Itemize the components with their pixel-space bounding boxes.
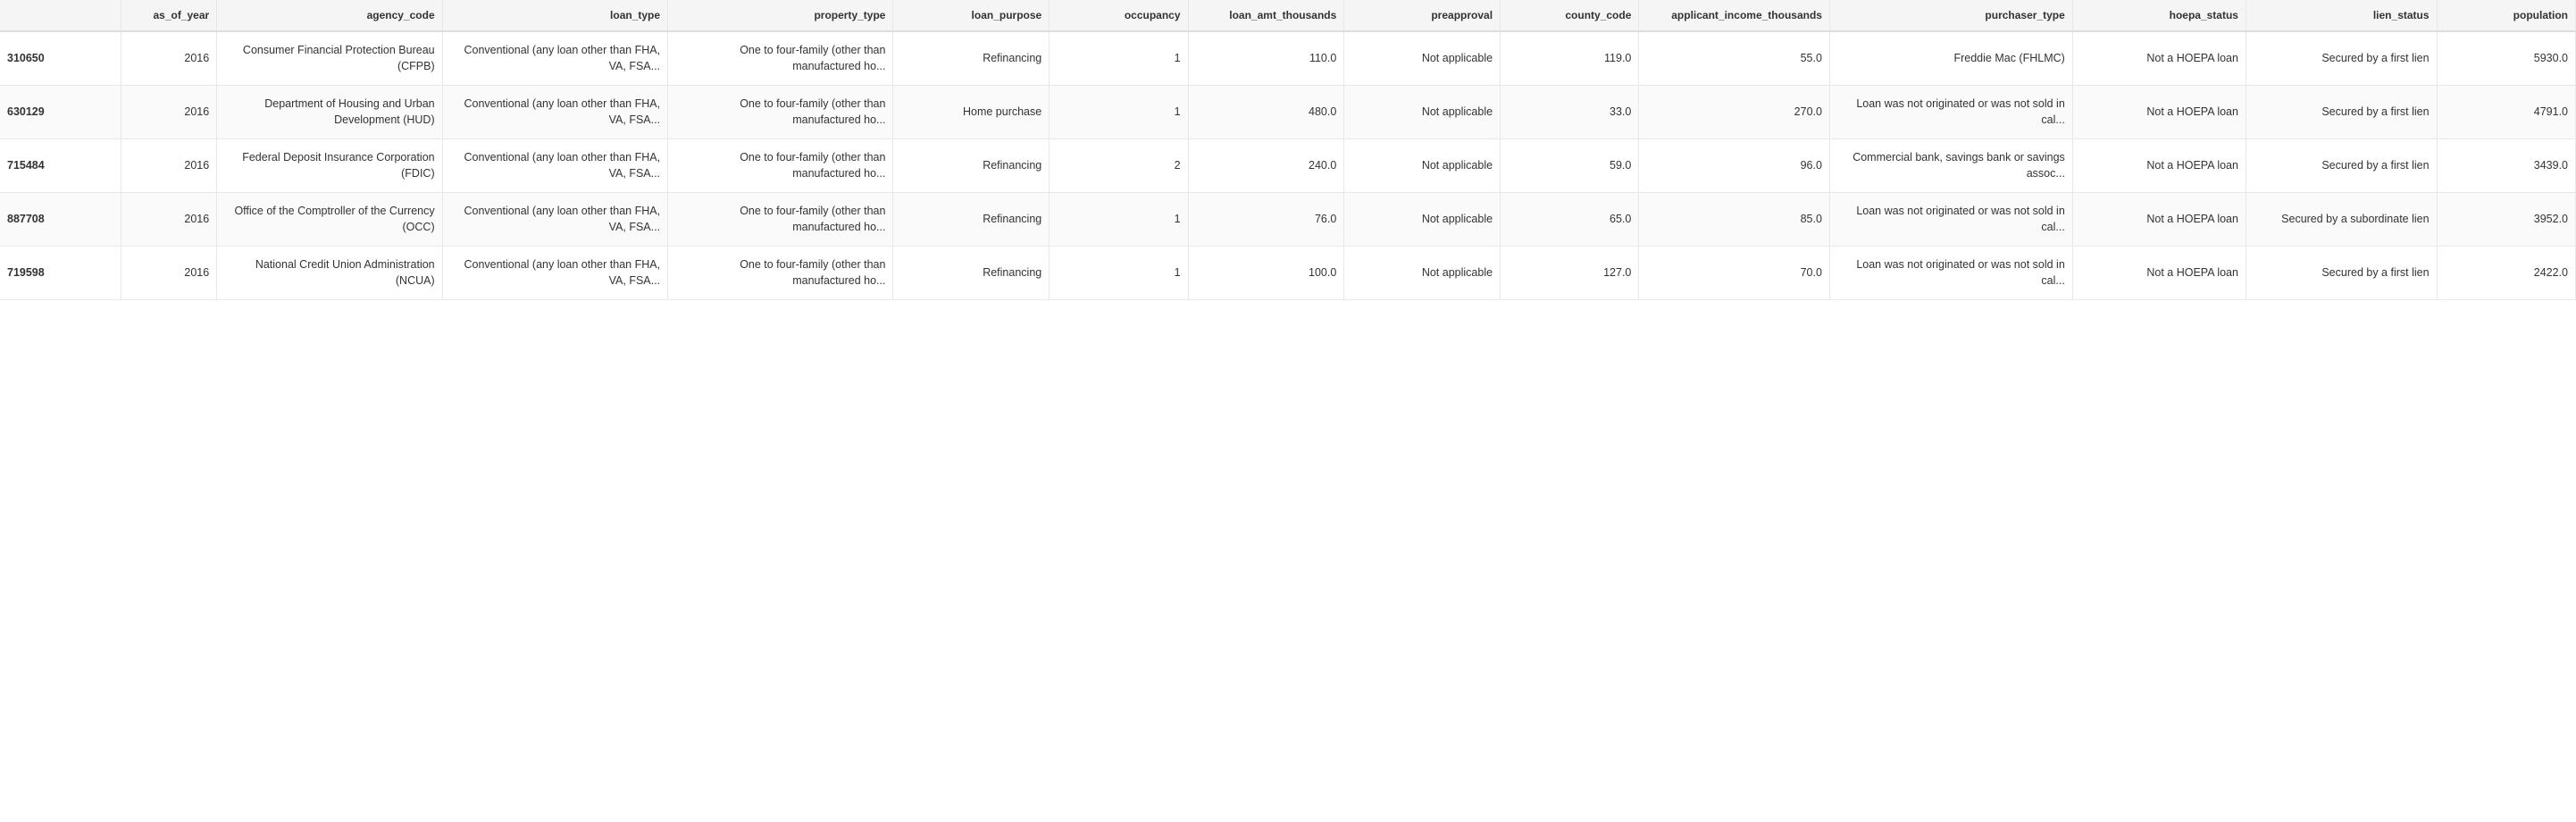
- cell-preapproval: Not applicable: [1344, 31, 1501, 86]
- column-header-lien_status: lien_status: [2246, 0, 2437, 31]
- column-header-purchaser_type: purchaser_type: [1829, 0, 2072, 31]
- column-header-occupancy: occupancy: [1050, 0, 1188, 31]
- cell-occupancy: 1: [1050, 193, 1188, 247]
- cell-population: 3439.0: [2437, 139, 2575, 193]
- data-table-container: as_of_yearagency_codeloan_typeproperty_t…: [0, 0, 2576, 300]
- cell-loan_amt_thousands: 480.0: [1188, 86, 1344, 139]
- cell-as_of_year: 2016: [121, 193, 217, 247]
- cell-county_code: 127.0: [1501, 247, 1639, 300]
- cell-preapproval: Not applicable: [1344, 193, 1501, 247]
- cell-lien_status: Secured by a first lien: [2246, 31, 2437, 86]
- column-header-loan_amt_thousands: loan_amt_thousands: [1188, 0, 1344, 31]
- column-header-property_type: property_type: [668, 0, 893, 31]
- cell-loan_type: Conventional (any loan other than FHA, V…: [442, 247, 667, 300]
- cell-occupancy: 1: [1050, 31, 1188, 86]
- cell-as_of_year: 2016: [121, 31, 217, 86]
- cell-applicant_income_thousands: 55.0: [1639, 31, 1830, 86]
- cell-agency_code: Office of the Comptroller of the Currenc…: [217, 193, 442, 247]
- column-header-applicant_income_thousands: applicant_income_thousands: [1639, 0, 1830, 31]
- cell-property_type: One to four-family (other than manufactu…: [668, 86, 893, 139]
- cell-hoepa_status: Not a HOEPA loan: [2072, 31, 2246, 86]
- table-row[interactable]: 7195982016National Credit Union Administ…: [0, 247, 2576, 300]
- cell-preapproval: Not applicable: [1344, 247, 1501, 300]
- cell-loan_amt_thousands: 110.0: [1188, 31, 1344, 86]
- cell-as_of_year: 2016: [121, 86, 217, 139]
- cell-occupancy: 1: [1050, 86, 1188, 139]
- cell-county_code: 33.0: [1501, 86, 1639, 139]
- cell-occupancy: 2: [1050, 139, 1188, 193]
- table-header-row: as_of_yearagency_codeloan_typeproperty_t…: [0, 0, 2576, 31]
- cell-county_code: 65.0: [1501, 193, 1639, 247]
- cell-applicant_income_thousands: 96.0: [1639, 139, 1830, 193]
- cell-loan_purpose: Refinancing: [893, 31, 1050, 86]
- cell-population: 4791.0: [2437, 86, 2575, 139]
- cell-loan_type: Conventional (any loan other than FHA, V…: [442, 139, 667, 193]
- cell-purchaser_type: Commercial bank, savings bank or savings…: [1829, 139, 2072, 193]
- cell-population: 2422.0: [2437, 247, 2575, 300]
- data-table: as_of_yearagency_codeloan_typeproperty_t…: [0, 0, 2576, 300]
- cell-hoepa_status: Not a HOEPA loan: [2072, 86, 2246, 139]
- cell-preapproval: Not applicable: [1344, 86, 1501, 139]
- cell-property_type: One to four-family (other than manufactu…: [668, 31, 893, 86]
- cell-purchaser_type: Loan was not originated or was not sold …: [1829, 193, 2072, 247]
- cell-loan_purpose: Refinancing: [893, 247, 1050, 300]
- cell-occupancy: 1: [1050, 247, 1188, 300]
- cell-preapproval: Not applicable: [1344, 139, 1501, 193]
- cell-loan_purpose: Home purchase: [893, 86, 1050, 139]
- cell-agency_code: Consumer Financial Protection Bureau (CF…: [217, 31, 442, 86]
- cell-loan_amt_thousands: 100.0: [1188, 247, 1344, 300]
- cell-loan_type: Conventional (any loan other than FHA, V…: [442, 193, 667, 247]
- cell-applicant_income_thousands: 85.0: [1639, 193, 1830, 247]
- cell-county_code: 59.0: [1501, 139, 1639, 193]
- cell-lien_status: Secured by a first lien: [2246, 86, 2437, 139]
- cell-county_code: 119.0: [1501, 31, 1639, 86]
- table-row[interactable]: 8877082016Office of the Comptroller of t…: [0, 193, 2576, 247]
- cell-applicant_income_thousands: 70.0: [1639, 247, 1830, 300]
- cell-loan_amt_thousands: 240.0: [1188, 139, 1344, 193]
- column-header-county_code: county_code: [1501, 0, 1639, 31]
- cell-lien_status: Secured by a first lien: [2246, 247, 2437, 300]
- cell-purchaser_type: Loan was not originated or was not sold …: [1829, 247, 2072, 300]
- cell-id: 887708: [0, 193, 121, 247]
- table-row[interactable]: 6301292016Department of Housing and Urba…: [0, 86, 2576, 139]
- table-body: 3106502016Consumer Financial Protection …: [0, 31, 2576, 300]
- cell-as_of_year: 2016: [121, 247, 217, 300]
- cell-loan_type: Conventional (any loan other than FHA, V…: [442, 31, 667, 86]
- cell-lien_status: Secured by a first lien: [2246, 139, 2437, 193]
- cell-loan_purpose: Refinancing: [893, 139, 1050, 193]
- column-header-loan_purpose: loan_purpose: [893, 0, 1050, 31]
- cell-id: 630129: [0, 86, 121, 139]
- cell-id: 310650: [0, 31, 121, 86]
- cell-loan_type: Conventional (any loan other than FHA, V…: [442, 86, 667, 139]
- column-header-preapproval: preapproval: [1344, 0, 1501, 31]
- cell-purchaser_type: Freddie Mac (FHLMC): [1829, 31, 2072, 86]
- cell-lien_status: Secured by a subordinate lien: [2246, 193, 2437, 247]
- column-header-agency_code: agency_code: [217, 0, 442, 31]
- column-header-id: [0, 0, 121, 31]
- cell-applicant_income_thousands: 270.0: [1639, 86, 1830, 139]
- cell-agency_code: Federal Deposit Insurance Corporation (F…: [217, 139, 442, 193]
- cell-property_type: One to four-family (other than manufactu…: [668, 247, 893, 300]
- column-header-population: population: [2437, 0, 2575, 31]
- cell-property_type: One to four-family (other than manufactu…: [668, 139, 893, 193]
- cell-agency_code: Department of Housing and Urban Developm…: [217, 86, 442, 139]
- cell-hoepa_status: Not a HOEPA loan: [2072, 193, 2246, 247]
- cell-id: 715484: [0, 139, 121, 193]
- cell-loan_purpose: Refinancing: [893, 193, 1050, 247]
- cell-id: 719598: [0, 247, 121, 300]
- cell-population: 3952.0: [2437, 193, 2575, 247]
- cell-loan_amt_thousands: 76.0: [1188, 193, 1344, 247]
- cell-hoepa_status: Not a HOEPA loan: [2072, 139, 2246, 193]
- column-header-loan_type: loan_type: [442, 0, 667, 31]
- table-row[interactable]: 7154842016Federal Deposit Insurance Corp…: [0, 139, 2576, 193]
- column-header-hoepa_status: hoepa_status: [2072, 0, 2246, 31]
- table-row[interactable]: 3106502016Consumer Financial Protection …: [0, 31, 2576, 86]
- cell-agency_code: National Credit Union Administration (NC…: [217, 247, 442, 300]
- cell-as_of_year: 2016: [121, 139, 217, 193]
- cell-hoepa_status: Not a HOEPA loan: [2072, 247, 2246, 300]
- column-header-as_of_year: as_of_year: [121, 0, 217, 31]
- cell-population: 5930.0: [2437, 31, 2575, 86]
- cell-property_type: One to four-family (other than manufactu…: [668, 193, 893, 247]
- cell-purchaser_type: Loan was not originated or was not sold …: [1829, 86, 2072, 139]
